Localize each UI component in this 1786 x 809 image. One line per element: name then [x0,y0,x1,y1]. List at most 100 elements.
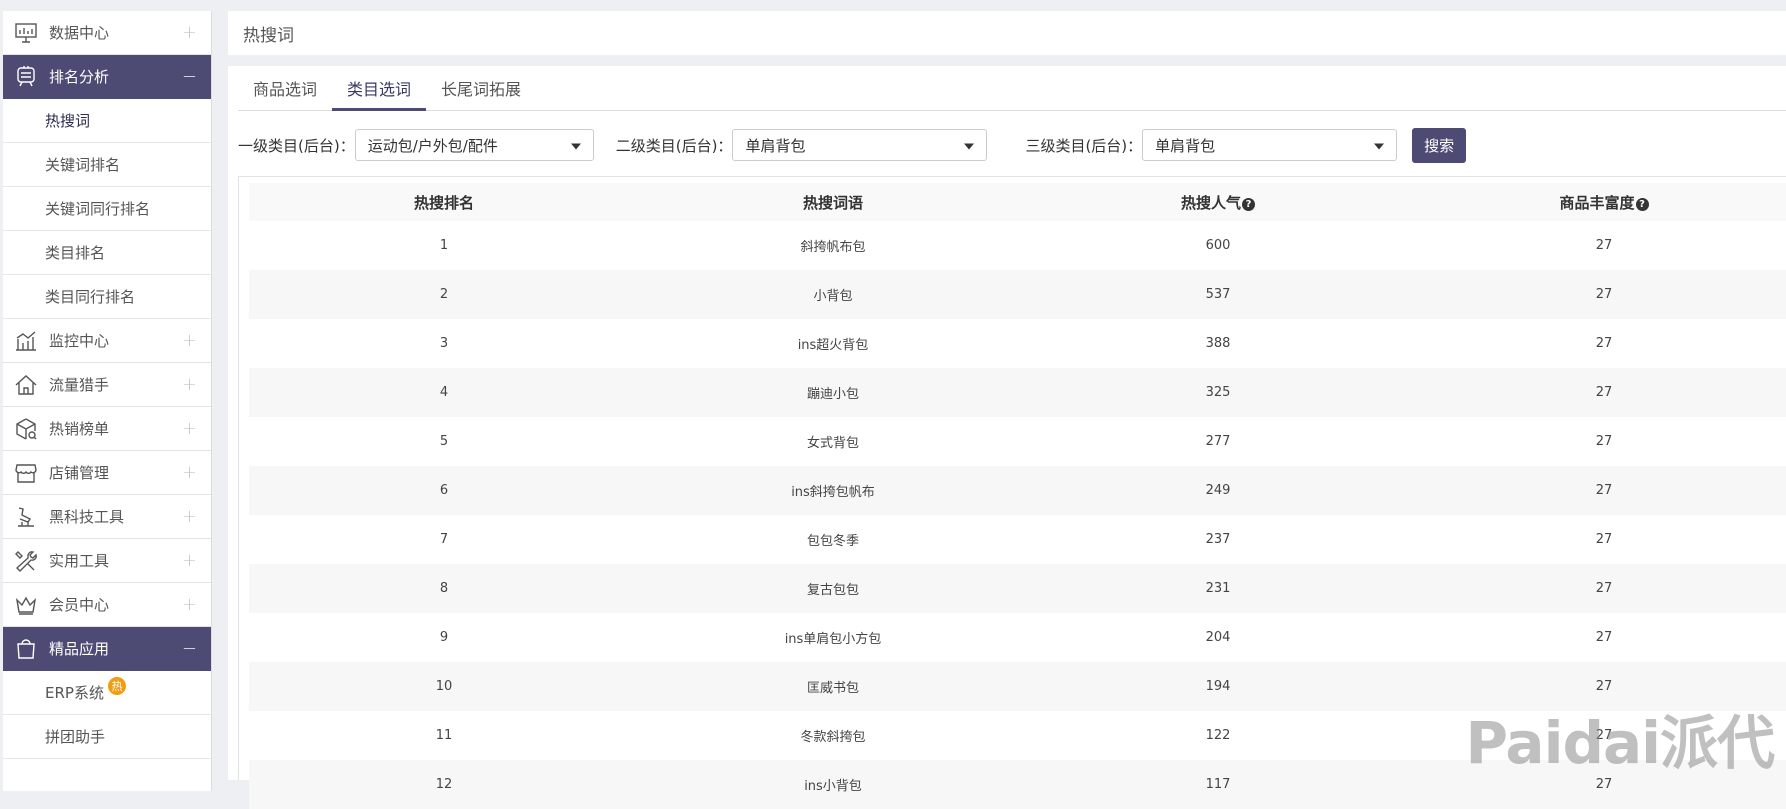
cell-rank: 5 [249,417,639,466]
tab-category-keywords[interactable]: 类目选词 [332,66,427,111]
sidebar-subitem-group-buy-assistant[interactable]: 拼团助手 [3,715,211,759]
sidebar-item-hot-sales-list[interactable]: 热销榜单 + [3,407,211,451]
level1-category-select[interactable]: 运动包/户外包/配件 [354,129,594,161]
sidebar-item-label: 店铺管理 [49,464,110,482]
sidebar-item-monitor-center[interactable]: 监控中心 + [3,319,211,363]
cell-popularity: 249 [1027,466,1409,515]
cell-rank: 4 [249,368,639,417]
search-button[interactable]: 搜索 [1412,127,1467,163]
sidebar-item-premium-apps[interactable]: 精品应用 − [3,627,211,671]
sidebar-item-label: 会员中心 [49,596,110,614]
sidebar-subitem-category-peer-ranking[interactable]: 类目同行排名 [3,275,211,319]
level3-category-label: 三级类目(后台)： [1025,136,1143,155]
cell-popularity: 204 [1027,613,1409,662]
store-icon [13,460,39,486]
cell-keyword: 蹦迪小包 [639,368,1027,417]
sidebar-item-label: 排名分析 [49,68,110,86]
table-row: 5 女式背包 277 27 [249,417,1786,466]
level3-category-select[interactable]: 单肩背包 [1142,129,1398,161]
level2-category-label: 二级类目(后台)： [615,136,733,155]
cell-rank: 1 [249,221,639,270]
column-header-rank: 热搜排名 [249,183,639,221]
cell-richness: 27 [1409,368,1786,417]
expand-toggle-icon[interactable]: + [182,551,197,570]
help-icon[interactable]: ? [1635,197,1649,211]
sidebar-subitem-keyword-peer-ranking[interactable]: 关键词同行排名 [3,187,211,231]
expand-toggle-icon[interactable]: + [182,507,197,526]
dropdown-arrow-icon [1374,143,1385,150]
cell-popularity: 122 [1027,711,1409,760]
cell-keyword: ins单肩包小方包 [639,613,1027,662]
cell-rank: 7 [249,515,639,564]
table-row: 7 包包冬季 237 27 [249,515,1786,564]
expand-toggle-icon[interactable]: + [182,331,197,350]
filter-bar: 一级类目(后台)： 运动包/户外包/配件 二级类目(后台)： 单肩背包 三级类目… [238,127,1786,163]
cell-popularity: 537 [1027,270,1409,319]
dropdown-arrow-icon [964,143,975,150]
cell-popularity: 277 [1027,417,1409,466]
cell-popularity: 117 [1027,760,1409,809]
level2-category-select[interactable]: 单肩背包 [732,129,988,161]
cell-richness: 27 [1409,466,1786,515]
expand-toggle-icon[interactable]: + [182,595,197,614]
tab-long-tail-expansion[interactable]: 长尾词拓展 [426,66,536,110]
cell-keyword: 女式背包 [639,417,1027,466]
sidebar-item-member-center[interactable]: 会员中心 + [3,583,211,627]
tab-product-keywords[interactable]: 商品选词 [238,66,332,110]
sidebar-subitem-keyword-ranking[interactable]: 关键词排名 [3,143,211,187]
cell-keyword: 匡威书包 [639,662,1027,711]
table-row: 1 斜挎帆布包 600 27 [249,221,1786,270]
sidebar-subitem-erp[interactable]: ERP系统 热 [3,671,211,715]
cell-rank: 8 [249,564,639,613]
table-row: 8 复古包包 231 27 [249,564,1786,613]
expand-toggle-icon[interactable]: + [182,419,197,438]
level3-category-value: 单肩背包 [1155,136,1216,155]
level2-category-value: 单肩背包 [745,136,806,155]
expand-toggle-icon[interactable]: + [182,375,197,394]
cell-rank: 2 [249,270,639,319]
home-icon [13,372,39,398]
table-row: 9 ins单肩包小方包 204 27 [249,613,1786,662]
page-title: 热搜词 [243,25,294,46]
sidebar-subitem-hot-search[interactable]: 热搜词 [3,99,211,143]
sidebar-subitem-label: ERP系统 [45,684,104,702]
box-search-icon [13,416,39,442]
line-chart-icon [13,328,39,354]
cell-popularity: 600 [1027,221,1409,270]
cell-keyword: 小背包 [639,270,1027,319]
cell-popularity: 237 [1027,515,1409,564]
cell-rank: 10 [249,662,639,711]
sidebar-item-data-center[interactable]: 数据中心 + [3,11,211,55]
cell-rank: 9 [249,613,639,662]
expand-toggle-icon[interactable]: + [182,23,197,42]
cell-richness: 27 [1409,564,1786,613]
main-panel: 商品选词 类目选词 长尾词拓展 一级类目(后台)： 运动包/户外包/配件 二级类… [228,66,1786,809]
sidebar-item-ranking-analysis[interactable]: 排名分析 − [3,55,211,99]
sidebar-item-black-tech-tools[interactable]: 黑科技工具 + [3,495,211,539]
cell-keyword: ins小背包 [639,760,1027,809]
sidebar-subitem-category-ranking[interactable]: 类目排名 [3,231,211,275]
sidebar-item-traffic-hunter[interactable]: 流量猎手 + [3,363,211,407]
collapse-toggle-icon[interactable]: − [182,67,197,86]
sidebar-item-practical-tools[interactable]: 实用工具 + [3,539,211,583]
cell-popularity: 388 [1027,319,1409,368]
sidebar-item-label: 黑科技工具 [49,508,125,526]
cell-keyword: 冬款斜挎包 [639,711,1027,760]
cell-rank: 11 [249,711,639,760]
sidebar-item-store-management[interactable]: 店铺管理 + [3,451,211,495]
column-header-richness: 商品丰富度? [1409,183,1786,221]
sidebar: 数据中心 + 排名分析 − 热搜词 关键词排名 关键词同行排名 类目排名 类目同… [3,11,212,791]
cell-richness: 27 [1409,319,1786,368]
hot-search-table-container: 热搜排名 热搜词语 热搜人气? 商品丰富度? 1 斜挎帆布包 600 27 2 小背包 53… [238,176,1786,809]
lab-tool-icon [13,504,39,530]
hot-badge: 热 [107,676,126,695]
cell-richness: 27 [1409,515,1786,564]
table-row: 4 蹦迪小包 325 27 [249,368,1786,417]
help-icon[interactable]: ? [1242,197,1255,211]
table-row: 6 ins斜挎包帆布 249 27 [249,466,1786,515]
cell-popularity: 194 [1027,662,1409,711]
cell-keyword: ins斜挎包帆布 [639,466,1027,515]
collapse-toggle-icon[interactable]: − [182,639,197,658]
column-header-keyword: 热搜词语 [639,183,1027,221]
expand-toggle-icon[interactable]: + [182,463,197,482]
